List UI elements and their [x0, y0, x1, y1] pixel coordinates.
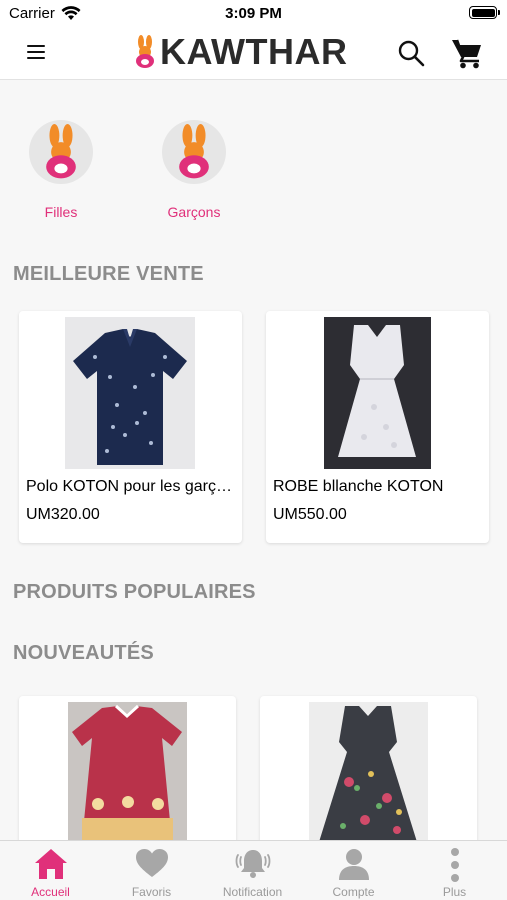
- product-title: Polo KOTON pour les garçons: [26, 478, 236, 495]
- status-bar: Carrier 3:09 PM: [0, 0, 507, 26]
- bell-icon: [235, 850, 270, 878]
- search-icon[interactable]: [396, 38, 426, 68]
- product-image-polo: [65, 317, 195, 469]
- product-card[interactable]: ROBE bllanche KOTON UM550.00: [266, 311, 489, 543]
- tab-notification[interactable]: Notification: [202, 841, 303, 900]
- tab-plus[interactable]: Plus: [404, 841, 505, 900]
- bunny-logo-icon: [46, 124, 76, 179]
- category-filles[interactable]: Filles: [27, 120, 95, 220]
- bunny-logo-icon: [179, 124, 209, 179]
- bottom-tab-bar: Accueil Favoris Notification Compte Plus: [0, 840, 507, 900]
- product-card[interactable]: [19, 696, 236, 856]
- product-image-floral-dress: [309, 702, 428, 842]
- category-garcons[interactable]: Garçons: [160, 120, 228, 220]
- product-title: ROBE bllanche KOTON: [273, 478, 444, 495]
- section-title-new-arrivals: NOUVEAUTÉS: [13, 642, 154, 664]
- section-title-best-sellers: MEILLEURE VENTE: [13, 263, 204, 285]
- app-header: KAWTHAR: [0, 26, 507, 80]
- bunny-logo-icon: [136, 35, 154, 68]
- tab-label: Favoris: [131, 885, 172, 899]
- tab-label: Plus: [442, 885, 467, 899]
- brand-logo[interactable]: KAWTHAR: [134, 32, 347, 72]
- product-image-red-dress: [68, 702, 187, 842]
- product-card[interactable]: Polo KOTON pour les garçons UM320.00: [19, 311, 242, 543]
- product-price: UM320.00: [26, 506, 100, 523]
- cart-icon[interactable]: [450, 36, 484, 70]
- hamburger-menu-icon[interactable]: [22, 40, 50, 64]
- category-avatar: [162, 120, 226, 184]
- person-icon: [338, 849, 369, 880]
- tab-label: Notification: [222, 885, 283, 899]
- tab-favoris[interactable]: Favoris: [101, 841, 202, 900]
- section-title-popular: PRODUITS POPULAIRES: [13, 581, 256, 603]
- product-card[interactable]: [260, 696, 477, 856]
- category-label: Garçons: [167, 204, 221, 220]
- tab-compte[interactable]: Compte: [303, 841, 404, 900]
- battery-icon: [469, 6, 500, 19]
- status-time: 3:09 PM: [225, 5, 282, 22]
- category-avatar: [29, 120, 93, 184]
- more-vertical-icon: [450, 848, 459, 882]
- tab-accueil[interactable]: Accueil: [0, 841, 101, 900]
- product-price: UM550.00: [273, 506, 347, 523]
- heart-icon: [135, 849, 168, 877]
- brand-name: KAWTHAR: [160, 31, 348, 72]
- product-image-white-dress: [324, 317, 431, 469]
- tab-label: Accueil: [31, 885, 70, 899]
- category-label: Filles: [44, 204, 78, 220]
- home-icon: [34, 849, 67, 879]
- tab-label: Compte: [332, 885, 375, 899]
